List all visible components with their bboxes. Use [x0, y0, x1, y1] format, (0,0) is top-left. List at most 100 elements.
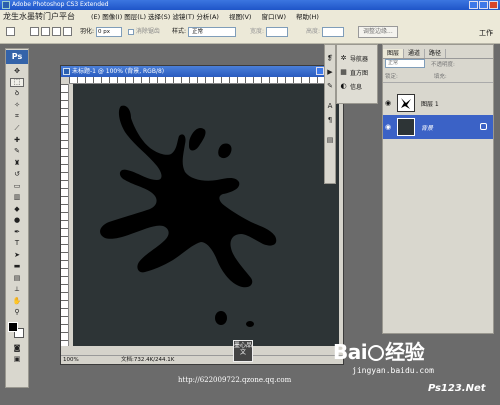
feather-label: 羽化: [80, 28, 95, 35]
actions-icon[interactable]: ▶ [325, 67, 335, 77]
visibility-eye-icon[interactable]: ◉ [385, 123, 393, 131]
tool-presets-icon[interactable]: ❡ [325, 53, 335, 63]
intersect-selection-icon[interactable] [63, 27, 72, 36]
brush-tool-icon[interactable]: ✎ [10, 147, 24, 157]
baidu-paw-icon [368, 345, 385, 361]
subtract-selection-icon[interactable] [52, 27, 61, 36]
options-bar: 羽化: 0 px 消除锯齿 样式: 正常 宽度: 高度: 调整边缘... 工作 [0, 22, 500, 44]
window-title: Adobe Photoshop CS3 Extended [12, 1, 109, 8]
nav-item-navigator[interactable]: ✲ 导航器 [337, 51, 377, 65]
width-label: 宽度: [250, 28, 265, 35]
marquee-tool-icon[interactable]: ⬚ [10, 77, 24, 87]
antialias-checkbox[interactable] [128, 28, 134, 35]
baidu-suffix: 经验 [385, 340, 425, 364]
calligraphy-logo: 龙生水墨转门户平台 [3, 11, 75, 21]
move-tool-icon[interactable]: ✥ [10, 66, 24, 76]
tab-channels[interactable]: 通道 [404, 49, 426, 58]
refine-edge-button[interactable]: 调整边缘... [358, 26, 398, 38]
opacity-label: 不透明度: [431, 62, 455, 68]
lock-icon [480, 123, 487, 130]
document-title: 未标题-1 @ 100% (背景, RGB/8) [72, 68, 165, 75]
jingyan-watermark: jingyan.baidu.com [352, 366, 434, 375]
menu-view[interactable]: 视图(V) [229, 11, 252, 21]
height-input[interactable] [321, 26, 344, 37]
eraser-tool-icon[interactable]: ▭ [10, 181, 24, 191]
gradient-tool-icon[interactable]: ▥ [10, 193, 24, 203]
vertical-ruler [61, 84, 69, 346]
layer-row-active[interactable]: ◉ 背景 [383, 115, 493, 139]
history-brush-tool-icon[interactable]: ↺ [10, 170, 24, 180]
window-controls [469, 1, 498, 9]
shape-tool-icon[interactable]: ▬ [10, 262, 24, 272]
crop-tool-icon[interactable]: ⌗ [10, 112, 24, 122]
workspace-button[interactable]: 工作 [472, 22, 500, 44]
healing-brush-tool-icon[interactable]: ✚ [10, 135, 24, 145]
url-watermark: http://622009722.qzone.qq.com [178, 376, 292, 384]
menu-help[interactable]: 帮助(H) [296, 11, 319, 21]
notes-tool-icon[interactable]: ▤ [10, 273, 24, 283]
minimize-button[interactable] [469, 1, 478, 9]
height-control: 高度: [306, 26, 344, 38]
magic-wand-tool-icon[interactable]: ✧ [10, 101, 24, 111]
ps-logo[interactable]: Ps [6, 50, 28, 64]
foreground-color-swatch[interactable] [8, 322, 18, 332]
new-selection-icon[interactable] [30, 27, 39, 36]
height-label: 高度: [306, 28, 321, 35]
navigator-icon: ✲ [340, 53, 347, 62]
type-tool-icon[interactable]: T [10, 239, 24, 249]
marquee-preset-icon[interactable] [6, 27, 15, 36]
lasso-tool-icon[interactable]: ꝺ [10, 89, 24, 99]
style-select[interactable]: 正常 [187, 26, 236, 37]
add-selection-icon[interactable] [41, 27, 50, 36]
navigator-panel-group: ✲ 导航器 ▦ 直方图 ◐ 信息 [336, 44, 378, 104]
layers-panel: 图层 通道 路径 正常 不透明度: 锁定: 填充: ◉ 图层 1 ◉ 背景 [382, 44, 494, 334]
visibility-eye-icon[interactable]: ◉ [385, 99, 393, 107]
layer-thumbnail [397, 118, 415, 136]
width-input[interactable] [265, 26, 288, 37]
hand-tool-icon[interactable]: ✋ [10, 296, 24, 306]
character-icon[interactable]: A [325, 101, 335, 111]
nav-item-info[interactable]: ◐ 信息 [337, 79, 377, 93]
canvas[interactable] [73, 84, 339, 346]
lock-label: 锁定: [385, 74, 398, 80]
doc-minimize-button[interactable] [316, 67, 324, 75]
close-button[interactable] [489, 1, 498, 9]
antialias-label: 消除锯齿 [135, 28, 160, 35]
maximize-button[interactable] [479, 1, 488, 9]
tab-layers[interactable]: 图层 [383, 49, 405, 58]
pen-tool-icon[interactable]: ✒ [10, 227, 24, 237]
menu-bar: 龙生水墨转门户平台 (E) 图像(I) 图层(L) 选择(S) 滤镜(T) 分析… [0, 10, 500, 22]
eyedropper-tool-icon[interactable]: ⟂ [10, 285, 24, 295]
document-window: 未标题-1 @ 100% (背景, RGB/8) 100% 文档:732.4K/… [60, 65, 344, 365]
layer-row[interactable]: ◉ 图层 1 [383, 91, 493, 115]
blend-mode-select[interactable]: 正常 [385, 59, 425, 68]
style-control: 样式: 正常 [172, 26, 236, 38]
brushes-icon[interactable]: ✎ [325, 81, 335, 91]
menu-window[interactable]: 窗口(W) [261, 11, 286, 21]
quick-mask-icon[interactable]: ◙ [10, 343, 24, 353]
nav-item-histogram[interactable]: ▦ 直方图 [337, 65, 377, 79]
seal-watermark: 墨心品文 [233, 340, 253, 362]
layer-comps-icon[interactable]: ▤ [325, 135, 335, 145]
ink-calligraphy-artwork [100, 105, 277, 327]
nav-item-label: 导航器 [350, 55, 369, 63]
document-size-info[interactable]: 文档:732.4K/244.1K [121, 356, 174, 365]
feather-input[interactable]: 0 px [95, 26, 122, 37]
dodge-tool-icon[interactable]: ● [10, 216, 24, 226]
blur-tool-icon[interactable]: ◆ [10, 204, 24, 214]
zoom-tool-icon[interactable]: ⚲ [10, 308, 24, 318]
menu-hidden-items[interactable]: (E) 图像(I) 图层(L) 选择(S) 滤镜(T) 分析(A) [91, 11, 219, 21]
tab-paths[interactable]: 路径 [425, 49, 447, 58]
layers-tabs: 图层 通道 路径 [383, 49, 493, 59]
info-icon: ◐ [340, 81, 347, 90]
ink-thumbnail-icon [401, 98, 411, 109]
paragraph-icon[interactable]: ¶ [325, 115, 335, 125]
histogram-icon: ▦ [340, 67, 347, 76]
layer-thumbnail [397, 94, 415, 112]
path-selection-tool-icon[interactable]: ➤ [10, 250, 24, 260]
clone-stamp-tool-icon[interactable]: ♜ [10, 158, 24, 168]
screen-mode-icon[interactable]: ▣ [10, 355, 24, 365]
document-title-bar[interactable]: 未标题-1 @ 100% (背景, RGB/8) [61, 66, 343, 77]
zoom-level[interactable]: 100% [63, 356, 79, 365]
slice-tool-icon[interactable]: ⟋ [10, 124, 24, 134]
